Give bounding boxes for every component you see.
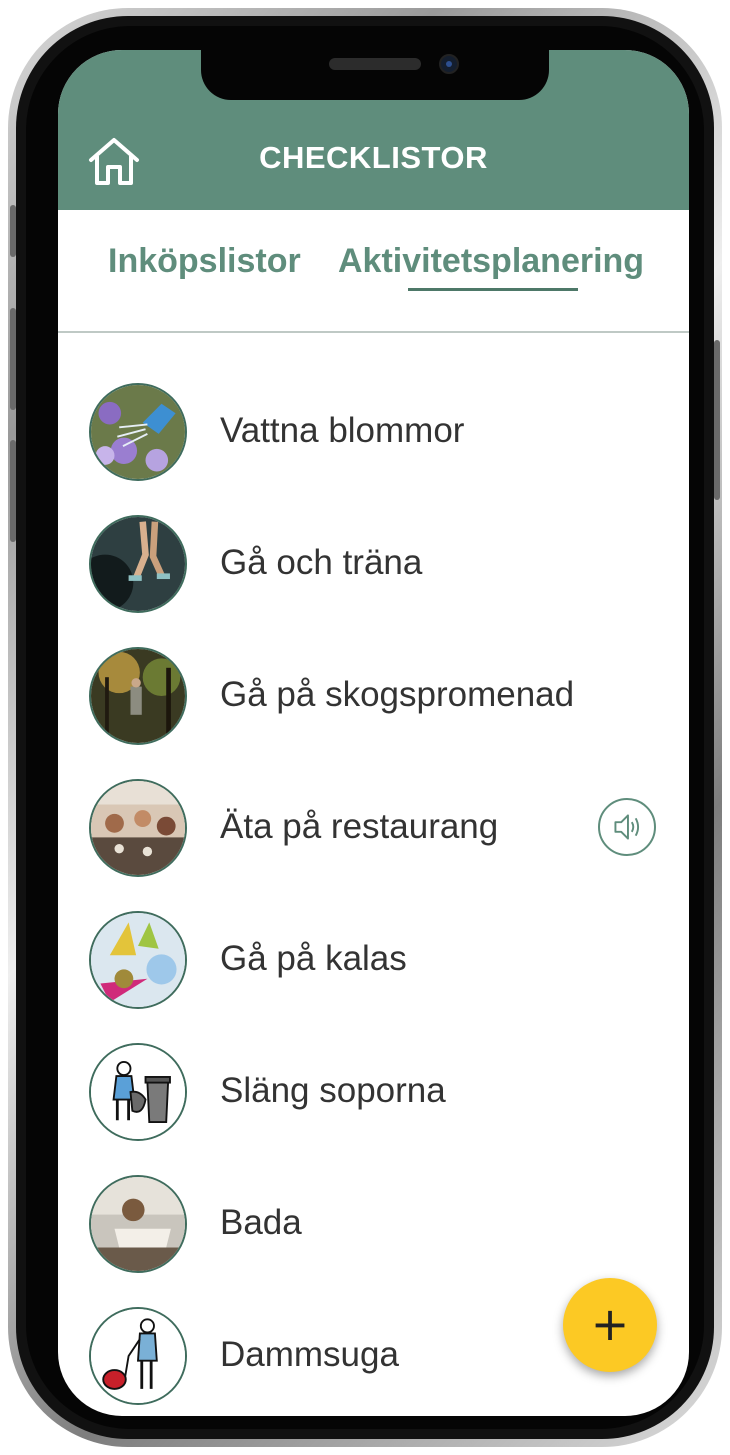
front-camera [439, 54, 459, 74]
list-item-label: Bada [220, 1203, 302, 1242]
list-item-label: Dammsuga [220, 1335, 399, 1374]
list-item[interactable]: Gå och träna [58, 498, 689, 630]
list-item[interactable]: Bada [58, 1158, 689, 1290]
tab-aktivitetsplanering[interactable]: Aktivitetsplanering [338, 242, 644, 281]
list-item[interactable]: Vattna blommor [58, 366, 689, 498]
restaurant-dinner-photo [89, 779, 187, 877]
list-item[interactable]: Släng soporna [58, 1026, 689, 1158]
plus-icon[interactable]: + [563, 1278, 657, 1372]
bath-photo [89, 1175, 187, 1273]
active-tab-indicator [408, 288, 578, 291]
party-photo [89, 911, 187, 1009]
forest-walk-photo [89, 647, 187, 745]
vacuum-pictogram [89, 1307, 187, 1405]
trash-pictogram [89, 1043, 187, 1141]
earpiece-speaker [329, 58, 421, 70]
list-item[interactable]: Gå på kalas [58, 894, 689, 1026]
notch [201, 50, 549, 100]
page-title: CHECKLISTOR [259, 140, 488, 175]
watering-flowers-photo [89, 383, 187, 481]
speaker-icon[interactable] [598, 798, 656, 856]
list-item-label: Gå på skogspromenad [220, 675, 575, 714]
list-item-label: Gå på kalas [220, 939, 407, 978]
list-item-label: Gå och träna [220, 543, 423, 582]
app-screen: CHECKLISTOR Inköpslistor Aktivitetsplane… [58, 50, 689, 1416]
list-item-label: Äta på restaurang [220, 807, 499, 846]
tab-bar: Inköpslistor Aktivitetsplanering [58, 210, 689, 333]
power-button [714, 340, 720, 500]
list-item[interactable]: Äta på restaurang [58, 762, 689, 894]
list-item-label: Vattna blommor [220, 411, 465, 450]
tab-inkopslistor[interactable]: Inköpslistor [108, 242, 301, 281]
list-item-label: Släng soporna [220, 1071, 446, 1110]
list-item[interactable]: Gå på skogspromenad [58, 630, 689, 762]
gym-workout-photo [89, 515, 187, 613]
